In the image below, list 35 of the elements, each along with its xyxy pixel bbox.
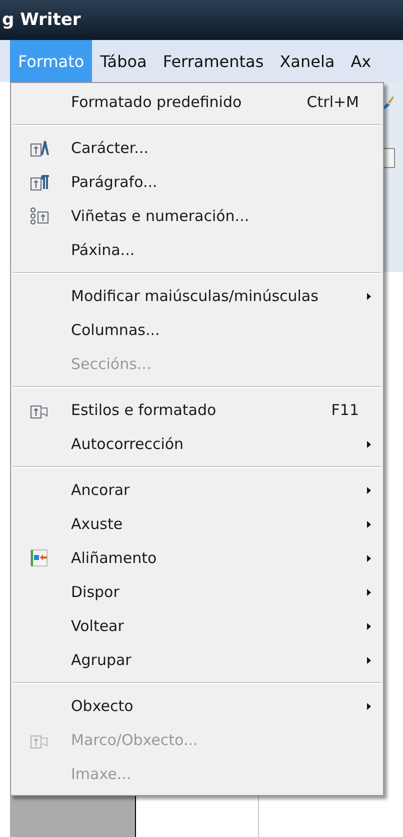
menu-item[interactable]: Estilos e formatado F11 [11,393,383,427]
submenu-arrow-icon [367,554,371,562]
menu-item[interactable]: Ancorar [11,473,383,507]
submenu-arrow-icon [367,702,371,710]
submenu-arrow-icon [367,440,371,448]
menu-item[interactable]: Aliñamento [11,541,383,575]
menu-item[interactable]: Formatado predefinido Ctrl+M [11,85,383,119]
menu-bar-item[interactable]: Ax [342,40,380,82]
bullet-list-icon [30,206,50,226]
menu-bar-item[interactable]: Táboa [92,40,155,82]
menu-item[interactable]: Columnas... [11,313,383,347]
menu-item[interactable]: Dispor [11,575,383,609]
menu-item[interactable]: Autocorrección [11,427,383,461]
submenu-arrow-icon [367,656,371,664]
menu-item[interactable]: Parágrafo... [11,165,383,199]
menu-item[interactable]: Carácter... [11,131,383,165]
paragraph-icon [30,172,50,192]
menu-item[interactable]: Agrupar [11,643,383,677]
character-icon [30,138,50,158]
menu-bar-item[interactable]: Ferramentas [154,40,272,82]
menu-item[interactable]: Modificar maiúsculas/minúsculas [11,279,383,313]
submenu-arrow-icon [367,486,371,494]
submenu-arrow-icon [367,588,371,596]
menu-bar-item[interactable]: Xanela [272,40,343,82]
menu-item[interactable]: Viñetas e numeración... [11,199,383,233]
menu-item[interactable]: Voltear [11,609,383,643]
window-title: g Writer [2,10,81,30]
menu-item[interactable]: Axuste [11,507,383,541]
submenu-arrow-icon [367,520,371,528]
submenu-arrow-icon [367,622,371,630]
menu-item[interactable]: Obxecto [11,689,383,723]
brush-icon[interactable] [381,94,395,110]
submenu-arrow-icon [367,292,371,300]
menu-item[interactable]: Páxina... [11,233,383,267]
align-icon [30,548,50,568]
